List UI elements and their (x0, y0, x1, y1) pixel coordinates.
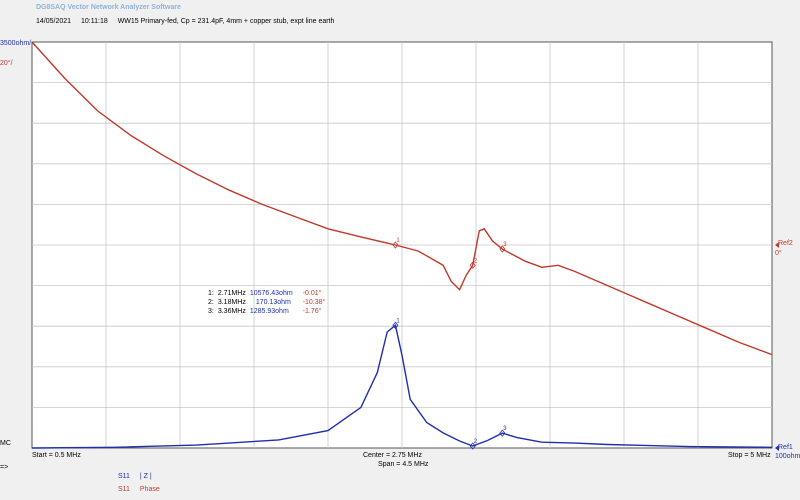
marker-mag: 1285.93ohm (249, 308, 289, 315)
ref2-label: Ref2 (778, 240, 793, 247)
marker-freq: 3.36MHz (217, 308, 246, 315)
marker-phase: -10.38° (302, 299, 326, 306)
trace-legend: S11 | Z | S11 Phase (118, 470, 160, 496)
ref1-label: Ref1 (778, 444, 793, 451)
marker-freq: 3.18MHz (217, 299, 246, 306)
mag-scale-label: 3500ohm/ (0, 40, 32, 47)
marker-row: 1: 2.71MHz 10576.43ohm -0.01° (206, 289, 327, 298)
marker-row: 2: 3.18MHz 170.13ohm -10.38° (206, 298, 327, 307)
axis-stop: Stop = 5 MHz (728, 452, 771, 459)
legend-entry-mag[interactable]: S11 | Z | (118, 470, 160, 483)
marker-freq: 2.71MHz (217, 290, 246, 297)
marker-readout-table: 1: 2.71MHz 10576.43ohm -0.01° 2: 3.18MHz… (206, 289, 327, 316)
legend-param: S11 (118, 473, 130, 480)
mc-label: MC (0, 440, 11, 447)
phase-scale-label: 20°/ (0, 60, 13, 67)
marker-id: 2: (208, 299, 214, 306)
arrow-label: => (0, 464, 9, 471)
legend-label: Phase (139, 486, 160, 493)
axis-start: Start = 0.5 MHz (32, 452, 81, 459)
vna-plot: 123123 (31, 41, 779, 451)
marker-mag: 170.13ohm (255, 299, 291, 306)
ref2-value: 0° (775, 250, 782, 257)
marker-phase: -0.01° (302, 290, 322, 297)
axis-span: Span = 4.5 MHz (378, 461, 429, 468)
marker-id: 1: (208, 290, 214, 297)
legend-param: S11 (118, 486, 130, 493)
legend-entry-phase[interactable]: S11 Phase (118, 483, 160, 496)
legend-label: | Z | (139, 473, 152, 480)
marker-phase: -1.76° (302, 308, 322, 315)
marker-row: 3: 3.36MHz 1285.93ohm -1.76° (206, 307, 327, 316)
marker-mag: 10576.43ohm (249, 290, 293, 297)
axis-center: Center = 2.75 MHz (363, 452, 422, 459)
ref1-value: 100ohm (775, 453, 800, 460)
marker-id: 3: (208, 308, 214, 315)
